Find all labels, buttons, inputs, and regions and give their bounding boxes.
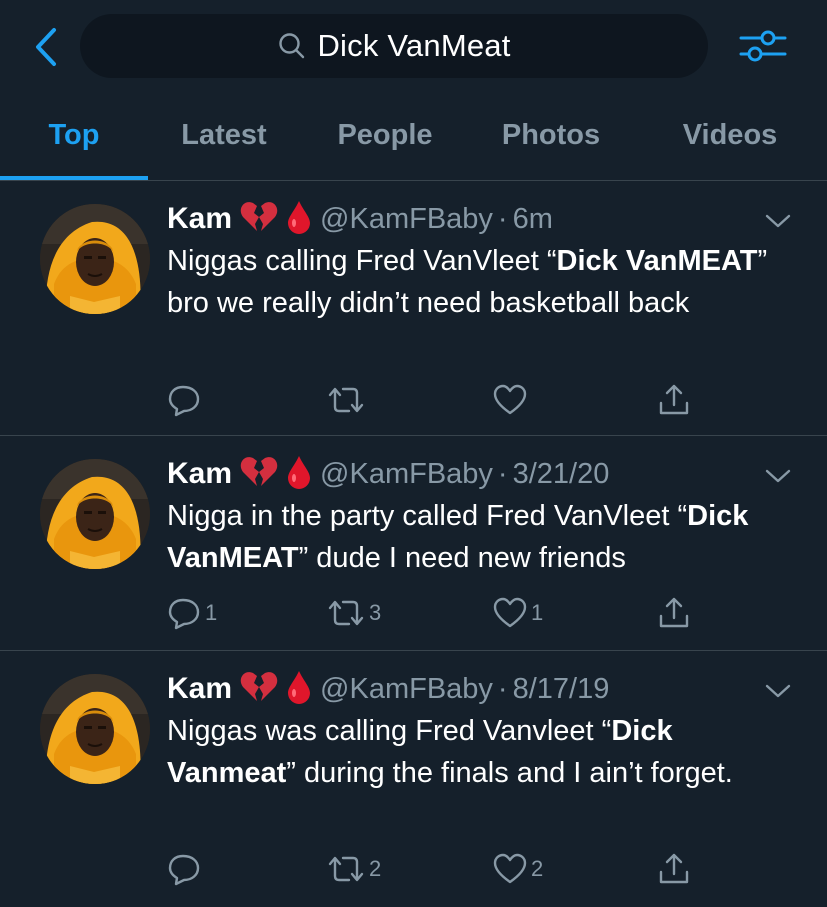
tweet-more-button[interactable] — [763, 681, 793, 701]
tweet-timestamp[interactable]: 8/17/19 — [513, 673, 610, 706]
chevron-down-icon — [765, 684, 791, 698]
tweet-header: Kam @KamFBaby · 8/17/19 — [167, 669, 787, 709]
active-tab-indicator — [0, 176, 148, 180]
author-name[interactable]: Kam — [167, 202, 232, 236]
retweet-button[interactable]: 3 — [326, 593, 381, 633]
tweet-timestamp[interactable]: 6m — [513, 203, 553, 236]
retweet-button[interactable] — [326, 380, 369, 420]
tweet-header: Kam @KamFBaby · 3/21/20 — [167, 454, 787, 494]
drop-of-blood-emoji — [284, 669, 314, 710]
retweet-count: 3 — [369, 600, 382, 625]
filter-sliders-icon — [739, 30, 787, 62]
reply-button[interactable] — [166, 380, 205, 420]
like-button[interactable] — [492, 380, 531, 420]
avatar-image — [40, 459, 150, 569]
tweet-text: Nigga in the party called Fred VanVleet … — [167, 496, 787, 579]
separator-dot: · — [497, 672, 508, 705]
reply-button[interactable] — [166, 849, 205, 889]
tweet-text-part: Nigga in the party called Fred VanVleet … — [167, 500, 688, 532]
broken-heart-emoji — [240, 670, 278, 709]
share-icon — [659, 853, 689, 884]
tweet-text-part: Niggas calling Fred VanVleet “ — [167, 245, 557, 277]
avatar[interactable] — [40, 459, 150, 569]
like-button[interactable]: 1 — [492, 593, 543, 633]
broken-heart-emoji — [240, 200, 278, 239]
separator-dot: · — [497, 457, 508, 490]
tweet-body: Kam @KamFBaby · 3/21/20 Nigga in the par… — [167, 454, 787, 579]
avatar[interactable] — [40, 674, 150, 784]
retweet-icon — [328, 387, 364, 413]
tweet-actions: 1 3 1 — [166, 593, 726, 633]
tweet[interactable]: Kam @KamFBaby · 6m Niggas calling Fred V… — [0, 181, 827, 436]
search-tabs: Top Latest People Photos Videos — [0, 96, 827, 181]
retweet-icon — [328, 856, 364, 882]
author-name[interactable]: Kam — [167, 457, 232, 491]
tweet-more-button[interactable] — [763, 211, 793, 231]
share-button[interactable] — [656, 380, 692, 420]
author-name[interactable]: Kam — [167, 672, 232, 706]
tweet[interactable]: Kam @KamFBaby · 8/17/19 Niggas was calli… — [0, 650, 827, 907]
tweet[interactable]: Kam @KamFBaby · 3/21/20 Nigga in the par… — [0, 435, 827, 651]
avatar-image — [40, 204, 150, 314]
share-button[interactable] — [656, 849, 692, 889]
reply-icon — [168, 854, 200, 886]
share-icon — [659, 384, 689, 415]
chevron-down-icon — [765, 214, 791, 228]
tweet-text-part: Niggas was calling Fred Vanvleet “ — [167, 715, 612, 747]
reply-icon — [168, 385, 200, 417]
tweet-actions — [166, 380, 726, 420]
tweet-timestamp[interactable]: 3/21/20 — [513, 458, 610, 491]
author-handle[interactable]: @KamFBaby — [320, 673, 493, 706]
tweet-text: Niggas was calling Fred Vanvleet “Dick V… — [167, 711, 787, 794]
tweet-actions: 2 2 — [166, 849, 726, 889]
heart-icon — [493, 597, 527, 628]
share-icon — [659, 597, 689, 628]
chevron-left-icon — [36, 28, 56, 66]
tweet-text-part: ” during the finals and I ain’t forget. — [286, 756, 733, 789]
tweet-more-button[interactable] — [763, 466, 793, 486]
author-handle[interactable]: @KamFBaby — [320, 203, 493, 236]
chevron-down-icon — [765, 469, 791, 483]
tweet-text-highlight: Dick VanMEAT — [556, 245, 758, 277]
author-handle[interactable]: @KamFBaby — [320, 458, 493, 491]
search-input[interactable]: Dick VanMeat — [80, 14, 708, 78]
search-filter-button[interactable] — [738, 24, 788, 68]
drop-of-blood-emoji — [284, 199, 314, 240]
drop-of-blood-emoji — [284, 454, 314, 495]
tweet-text-part: ” dude I need new friends — [298, 541, 626, 574]
avatar[interactable] — [40, 204, 150, 314]
tweet-header: Kam @KamFBaby · 6m — [167, 199, 787, 239]
tab-people[interactable]: People — [312, 96, 458, 176]
heart-icon — [493, 853, 527, 884]
broken-heart-emoji — [240, 455, 278, 494]
like-count: 2 — [531, 856, 544, 881]
tweet-body: Kam @KamFBaby · 8/17/19 Niggas was calli… — [167, 669, 787, 794]
tab-videos[interactable]: Videos — [660, 96, 800, 176]
heart-icon — [493, 384, 527, 415]
tab-top[interactable]: Top — [0, 96, 148, 176]
search-icon — [279, 33, 305, 59]
back-button[interactable] — [30, 26, 64, 68]
like-count: 1 — [531, 600, 544, 625]
avatar-image — [40, 674, 150, 784]
reply-icon — [168, 598, 200, 630]
retweet-icon — [328, 600, 364, 626]
search-query: Dick VanMeat — [317, 28, 511, 63]
like-button[interactable]: 2 — [492, 849, 543, 889]
share-button[interactable] — [656, 593, 692, 633]
reply-button[interactable]: 1 — [166, 593, 217, 633]
tweet-text: Niggas calling Fred VanVleet “Dick VanME… — [167, 241, 787, 324]
retweet-count: 2 — [369, 856, 382, 881]
separator-dot: · — [497, 202, 508, 235]
tab-photos[interactable]: Photos — [478, 96, 624, 176]
retweet-button[interactable]: 2 — [326, 849, 381, 889]
reply-count: 1 — [205, 600, 218, 625]
tweet-body: Kam @KamFBaby · 6m Niggas calling Fred V… — [167, 199, 787, 324]
search-header: Dick VanMeat — [0, 0, 827, 96]
tab-latest[interactable]: Latest — [156, 96, 292, 176]
